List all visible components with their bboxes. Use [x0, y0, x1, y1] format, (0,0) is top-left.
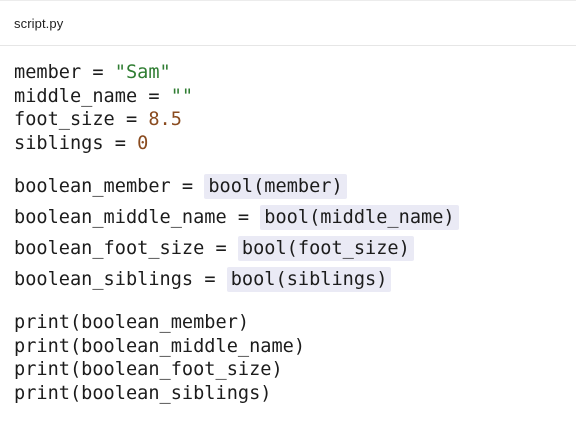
- code-variable: boolean_foot_size: [14, 238, 205, 259]
- code-variable: siblings: [14, 132, 104, 154]
- code-variable: foot_size: [14, 109, 115, 130]
- code-operator: =: [204, 238, 238, 259]
- code-line: siblings = 0: [14, 132, 576, 156]
- code-operator: =: [226, 207, 261, 228]
- code-line: boolean_siblings = bool(siblings): [14, 264, 576, 295]
- code-string-literal: "Sam": [114, 62, 171, 83]
- highlighted-expression: bool(siblings): [226, 267, 392, 292]
- code-variable: boolean_member: [14, 176, 171, 197]
- code-area[interactable]: member = "Sam" middle_name = "" foot_siz…: [14, 61, 576, 405]
- code-line: boolean_foot_size = bool(foot_size): [14, 233, 576, 264]
- code-operator: =: [103, 132, 138, 154]
- code-variable: middle_name: [14, 85, 138, 107]
- code-line: boolean_middle_name = bool(middle_name): [14, 202, 576, 233]
- code-variable: boolean_siblings: [14, 269, 194, 290]
- highlighted-expression: bool(middle_name): [260, 205, 459, 230]
- code-line: member = "Sam": [14, 61, 576, 85]
- code-line: print(boolean_siblings): [14, 382, 272, 404]
- code-operator: =: [81, 62, 115, 83]
- editor-tab-bar: script.py: [0, 1, 576, 46]
- code-operator: =: [114, 109, 149, 130]
- code-operator: =: [193, 269, 227, 290]
- code-editor: script.py member = "Sam" middle_name = "…: [0, 0, 576, 429]
- code-variable: boolean_middle_name: [14, 207, 227, 228]
- file-tab[interactable]: script.py: [14, 16, 63, 31]
- code-line: foot_size = 8.5: [14, 108, 576, 132]
- code-number-literal: 8.5: [148, 109, 182, 130]
- code-line: boolean_member = bool(member): [14, 171, 576, 202]
- code-line: print(boolean_middle_name): [14, 335, 306, 357]
- code-number-literal: 0: [137, 132, 149, 154]
- highlighted-expression: bool(member): [204, 174, 347, 199]
- code-line: middle_name = "": [14, 85, 576, 109]
- code-variable: member: [14, 62, 82, 83]
- code-operator: =: [137, 85, 171, 107]
- highlighted-expression: bool(foot_size): [237, 236, 414, 261]
- code-string-literal: "": [170, 85, 194, 107]
- code-line: print(boolean_member): [14, 312, 250, 333]
- code-line: print(boolean_foot_size): [14, 359, 283, 380]
- code-operator: =: [170, 176, 205, 197]
